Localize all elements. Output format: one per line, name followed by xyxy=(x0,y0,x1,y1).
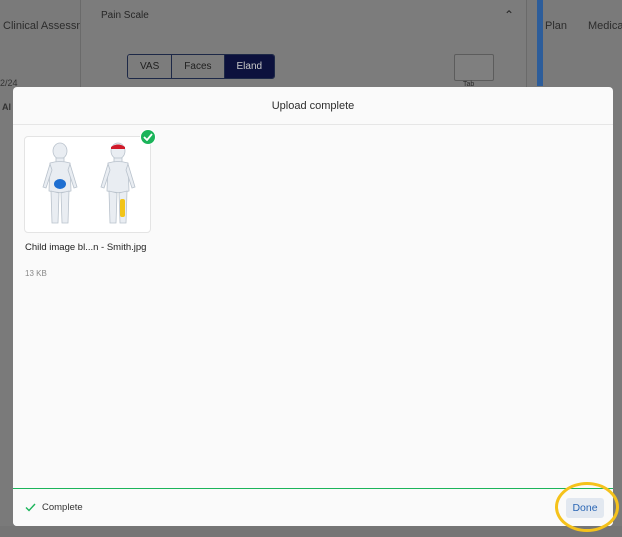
bg-pain-scale-panel: Pain Scale ⌃ VAS Faces Eland Tab xyxy=(80,0,527,90)
bg-pain-scale-segmented-control: VAS Faces Eland xyxy=(127,54,276,79)
bg-segment-eland: Eland xyxy=(224,55,275,78)
upload-dialog: Upload complete Child image bl...n - Smi… xyxy=(13,87,613,526)
check-icon xyxy=(25,503,36,512)
highlight-annotation xyxy=(555,482,619,532)
bg-bottom-strip xyxy=(0,526,622,537)
file-size: 13 KB xyxy=(25,269,47,278)
dialog-footer: Complete Done xyxy=(13,488,613,526)
dialog-header: Upload complete xyxy=(13,87,613,125)
upload-status: Complete xyxy=(25,502,83,513)
bg-total-box xyxy=(454,54,494,81)
bg-segment-faces: Faces xyxy=(172,55,225,78)
bg-segment-vas: VAS xyxy=(128,55,173,78)
bg-tab-clinical-assessment: Clinical Assessm xyxy=(3,20,86,32)
dialog-title: Upload complete xyxy=(271,100,355,112)
bg-tab-medica: Medica xyxy=(588,20,622,32)
chevron-up-icon: ⌃ xyxy=(503,8,514,22)
status-text: Complete xyxy=(42,502,83,513)
upload-success-check-icon xyxy=(140,129,156,145)
body-chart-image xyxy=(42,142,136,224)
bg-tab-plan: Plan xyxy=(545,20,568,32)
bg-scrollbar xyxy=(537,0,543,86)
file-name: Child image bl...n - Smith.jpg xyxy=(25,242,147,253)
bg-panel-title: Pain Scale xyxy=(101,10,149,21)
uploaded-file-card[interactable]: Child image bl...n - Smith.jpg 13 KB xyxy=(24,129,156,286)
file-thumbnail xyxy=(24,136,151,233)
